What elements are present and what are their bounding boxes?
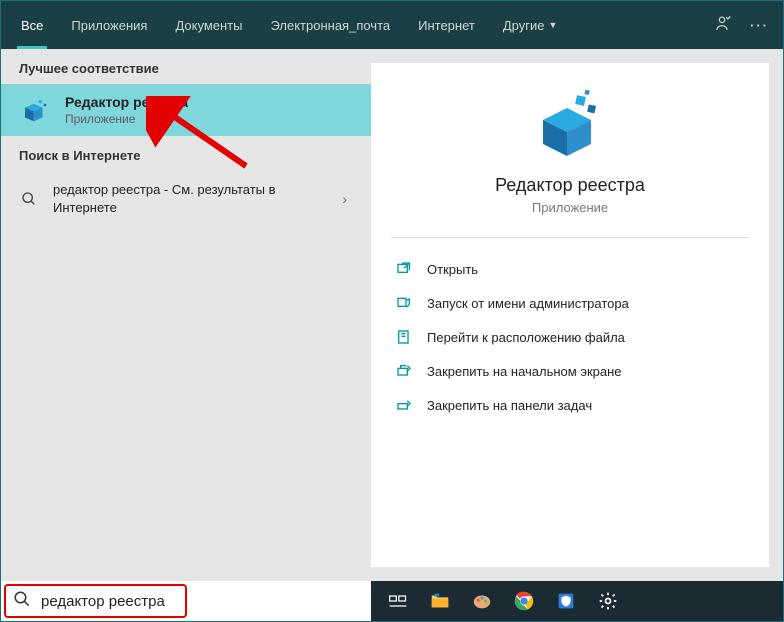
pin-taskbar-icon xyxy=(395,396,413,414)
file-explorer-icon[interactable] xyxy=(423,584,457,618)
admin-shield-icon xyxy=(395,294,413,312)
web-result-title: редактор реестра xyxy=(53,182,160,197)
registry-editor-icon xyxy=(19,94,51,126)
tab-label: Документы xyxy=(175,18,242,33)
more-options-icon[interactable]: ··· xyxy=(750,18,769,33)
tab-apps[interactable]: Приложения xyxy=(57,1,161,49)
main-area: Лучшее соответствие Редактор реестра При… xyxy=(1,49,783,581)
action-label: Открыть xyxy=(427,262,478,277)
result-title: Редактор реестра xyxy=(65,94,353,110)
bottom-bar xyxy=(1,581,783,621)
action-open-location[interactable]: Перейти к расположению файла xyxy=(391,320,749,354)
open-icon xyxy=(395,260,413,278)
tab-internet[interactable]: Интернет xyxy=(404,1,489,49)
top-actions: ··· xyxy=(712,1,783,49)
result-subtitle: Приложение xyxy=(65,112,353,126)
search-icon xyxy=(19,189,39,209)
tab-label: Все xyxy=(21,18,43,33)
tab-label: Электронная_почта xyxy=(270,18,390,33)
chrome-icon[interactable] xyxy=(507,584,541,618)
preview-card: Редактор реестра Приложение Открыть Запу… xyxy=(371,63,769,567)
result-text: редактор реестра - См. результаты в Инте… xyxy=(53,181,322,217)
action-label: Закрепить на панели задач xyxy=(427,398,592,413)
feedback-icon[interactable] xyxy=(712,14,732,37)
tab-other[interactable]: Другие▼ xyxy=(489,1,572,49)
action-label: Запуск от имени администратора xyxy=(427,296,629,311)
preview-column: Редактор реестра Приложение Открыть Запу… xyxy=(371,49,783,581)
tab-email[interactable]: Электронная_почта xyxy=(256,1,404,49)
settings-icon[interactable] xyxy=(591,584,625,618)
search-input[interactable] xyxy=(41,593,359,610)
taskbar xyxy=(371,581,783,621)
preview-title: Редактор реестра xyxy=(495,175,645,196)
section-web-search: Поиск в Интернете xyxy=(1,136,371,171)
tab-label: Интернет xyxy=(418,18,475,33)
tab-label: Другие xyxy=(503,18,545,33)
result-best-match[interactable]: Редактор реестра Приложение xyxy=(1,84,371,136)
result-text: Редактор реестра Приложение xyxy=(65,94,353,126)
tabs-container: Все Приложения Документы Электронная_поч… xyxy=(1,1,712,49)
actions-list: Открыть Запуск от имени администратора П… xyxy=(391,238,749,422)
section-best-match: Лучшее соответствие xyxy=(1,49,371,84)
tab-label: Приложения xyxy=(71,18,147,33)
action-label: Закрепить на начальном экране xyxy=(427,364,622,379)
paint-icon[interactable] xyxy=(465,584,499,618)
chevron-right-icon[interactable]: › xyxy=(336,191,353,207)
preview-header: Редактор реестра Приложение xyxy=(391,87,749,238)
action-label: Перейти к расположению файла xyxy=(427,330,625,345)
result-web-search[interactable]: редактор реестра - См. результаты в Инте… xyxy=(1,171,371,227)
search-tabs-bar: Все Приложения Документы Электронная_поч… xyxy=(1,1,783,49)
tab-documents[interactable]: Документы xyxy=(161,1,256,49)
task-view-icon[interactable] xyxy=(381,584,415,618)
action-run-as-admin[interactable]: Запуск от имени администратора xyxy=(391,286,749,320)
chevron-down-icon: ▼ xyxy=(548,20,557,30)
results-column: Лучшее соответствие Редактор реестра При… xyxy=(1,49,371,581)
action-open[interactable]: Открыть xyxy=(391,252,749,286)
action-pin-taskbar[interactable]: Закрепить на панели задач xyxy=(391,388,749,422)
action-pin-start[interactable]: Закрепить на начальном экране xyxy=(391,354,749,388)
registry-editor-icon-large xyxy=(534,87,606,159)
pin-start-icon xyxy=(395,362,413,380)
defender-icon[interactable] xyxy=(549,584,583,618)
search-icon xyxy=(13,590,31,613)
tab-all[interactable]: Все xyxy=(7,1,57,49)
preview-subtitle: Приложение xyxy=(532,200,608,215)
folder-location-icon xyxy=(395,328,413,346)
search-box[interactable] xyxy=(1,581,371,621)
